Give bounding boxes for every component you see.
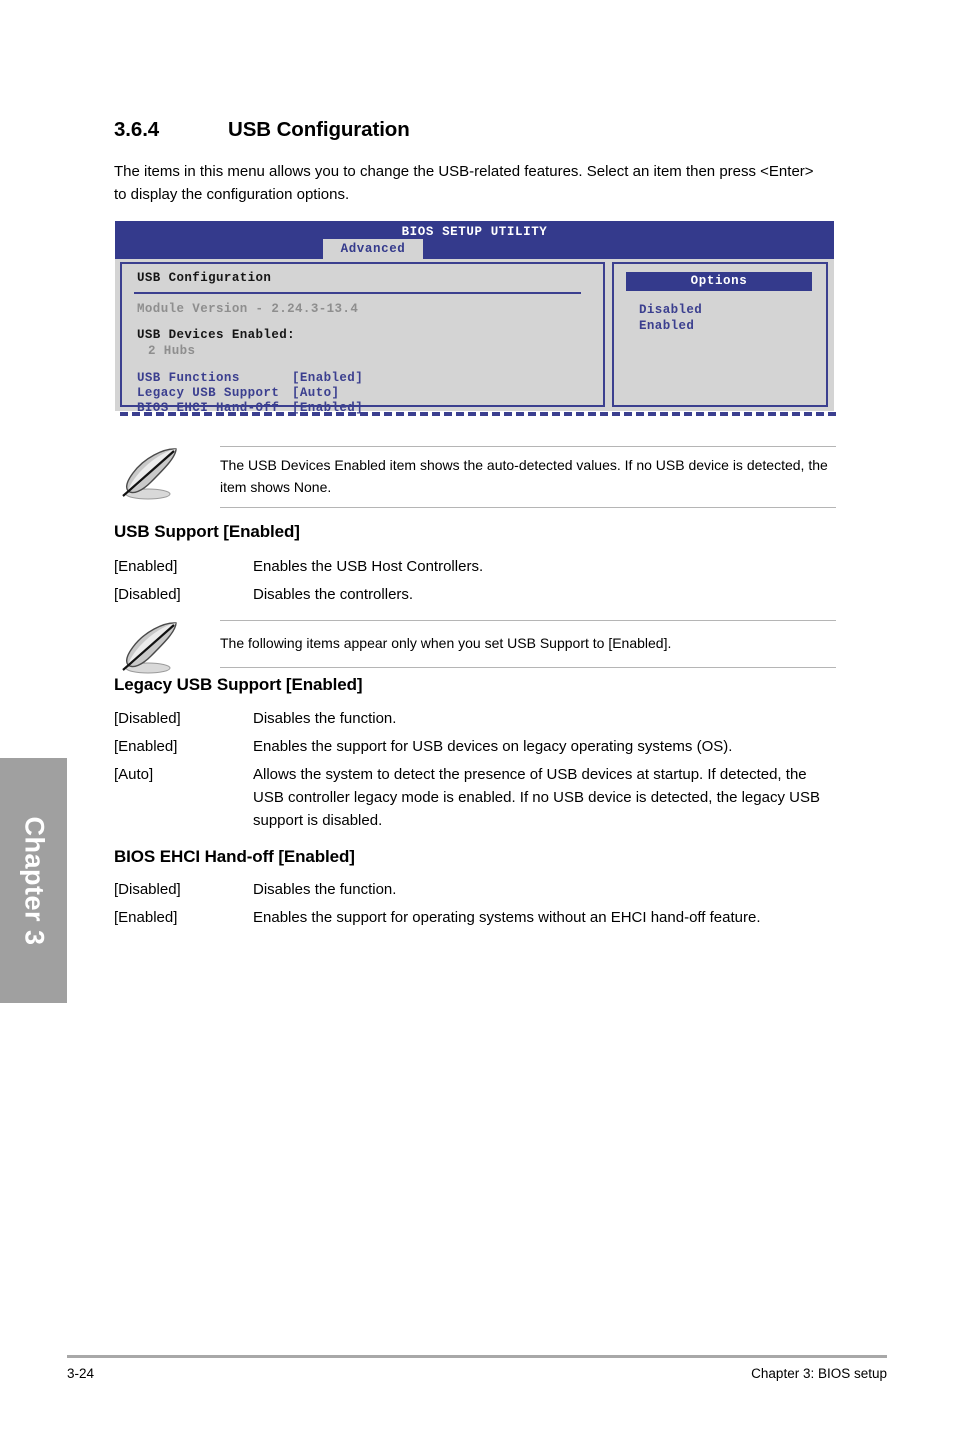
definition-term: [Disabled] bbox=[114, 881, 181, 898]
note-text: The following items appear only when you… bbox=[220, 635, 672, 651]
chapter-side-tab: Chapter 3 bbox=[0, 758, 67, 1003]
footer-chapter-label: Chapter 3: BIOS setup bbox=[751, 1366, 887, 1381]
chapter-side-tab-label: Chapter 3 bbox=[19, 815, 49, 946]
note-top-rule bbox=[220, 620, 836, 621]
section-title-text: USB Configuration bbox=[228, 118, 410, 141]
note-bottom-rule bbox=[220, 667, 836, 668]
heading-bios-ehci-handoff: BIOS EHCI Hand-off [Enabled] bbox=[114, 847, 355, 866]
definition-desc: Enables the support for USB devices on l… bbox=[253, 738, 733, 755]
bios-options-panel: Options Disabled Enabled bbox=[612, 262, 828, 407]
bios-titlebar: BIOS SETUP UTILITY Advanced bbox=[115, 221, 834, 259]
bios-setting-value: [Enabled] bbox=[292, 371, 364, 385]
definition-term: [Enabled] bbox=[114, 558, 178, 575]
definition-desc: Disables the function. bbox=[253, 881, 397, 898]
bios-option-enabled[interactable]: Enabled bbox=[639, 319, 694, 333]
definition-desc: Enables the USB Host Controllers. bbox=[253, 558, 484, 575]
bios-setting-label: Legacy USB Support bbox=[137, 386, 280, 400]
bios-panel-divider bbox=[134, 292, 581, 294]
bios-devices-enabled-label: USB Devices Enabled: bbox=[137, 328, 296, 342]
definition-desc: Allows the system to detect the presence… bbox=[253, 766, 820, 829]
note-box: The following items appear only when you… bbox=[114, 620, 836, 674]
definition-term: [Disabled] bbox=[114, 710, 181, 727]
bios-options-heading: Options bbox=[626, 272, 812, 291]
definition-term: [Auto] bbox=[114, 766, 154, 783]
definition-desc: Disables the function. bbox=[253, 710, 397, 727]
quill-note-icon bbox=[122, 448, 177, 500]
bios-title: BIOS SETUP UTILITY bbox=[401, 225, 548, 239]
bios-panel-heading: USB Configuration bbox=[137, 271, 272, 285]
note-bottom-rule bbox=[220, 507, 836, 508]
definition-desc: Disables the controllers. bbox=[253, 586, 414, 603]
definition-term: [Disabled] bbox=[114, 586, 181, 603]
note-box: The USB Devices Enabled item shows the a… bbox=[114, 446, 836, 508]
footer-rule bbox=[67, 1355, 887, 1358]
quill-note-icon bbox=[122, 622, 177, 674]
bios-setting-row[interactable]: USB Functions [Enabled] bbox=[137, 371, 363, 385]
note-top-rule bbox=[220, 446, 836, 447]
footer-page-number: 3-24 bbox=[67, 1366, 95, 1381]
bios-setting-row[interactable]: Legacy USB Support [Auto] bbox=[137, 386, 339, 400]
bios-devices-enabled-value: 2 Hubs bbox=[148, 344, 196, 358]
heading-usb-support: USB Support [Enabled] bbox=[114, 522, 300, 541]
heading-legacy-usb-support: Legacy USB Support [Enabled] bbox=[114, 675, 363, 694]
intro-paragraph: The items in this menu allows you to cha… bbox=[114, 163, 814, 203]
bios-setting-label: USB Functions bbox=[137, 371, 240, 385]
bios-bottom-dashed-rule bbox=[120, 412, 836, 416]
bios-main-panel: USB Configuration Module Version - 2.24.… bbox=[120, 262, 605, 415]
bios-body: USB Configuration Module Version - 2.24.… bbox=[115, 259, 834, 415]
definition-term: [Enabled] bbox=[114, 738, 178, 755]
bios-module-version: Module Version - 2.24.3-13.4 bbox=[137, 302, 359, 316]
definition-desc: Enables the support for operating system… bbox=[253, 909, 761, 926]
bios-screenshot: BIOS SETUP UTILITY Advanced USB Configur… bbox=[115, 221, 836, 416]
bios-setting-value: [Auto] bbox=[292, 386, 340, 400]
section-number: 3.6.4 bbox=[114, 118, 160, 141]
bios-option-disabled[interactable]: Disabled bbox=[639, 303, 702, 317]
definition-term: [Enabled] bbox=[114, 909, 178, 926]
page-title: 3.6.4 USB Configuration bbox=[114, 118, 410, 142]
note-text: The USB Devices Enabled item shows the a… bbox=[220, 457, 828, 495]
bios-tab-advanced[interactable]: Advanced bbox=[323, 239, 423, 259]
